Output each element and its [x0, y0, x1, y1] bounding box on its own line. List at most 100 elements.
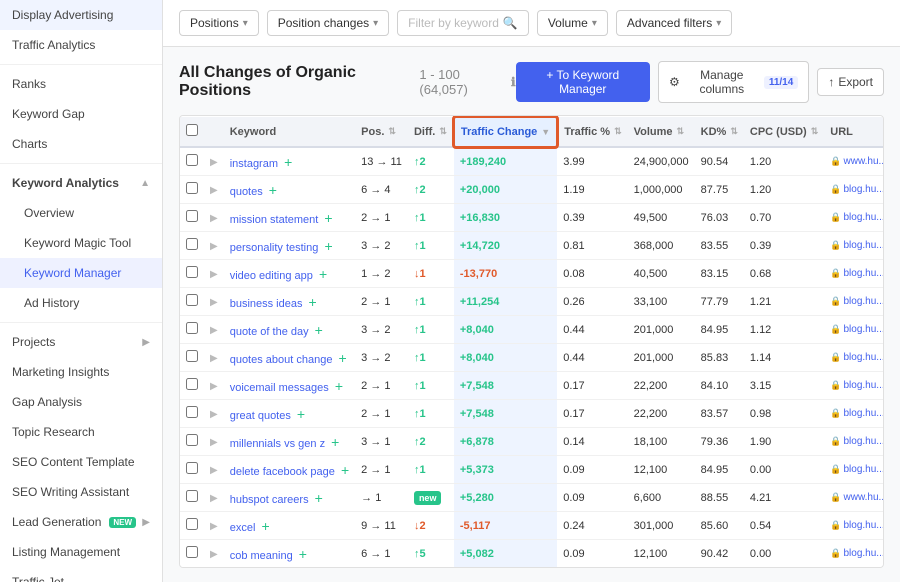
volume-filter[interactable]: Volume ▾: [537, 10, 608, 36]
add-keyword-icon[interactable]: +: [324, 210, 332, 226]
row-checkbox[interactable]: [186, 406, 198, 418]
keyword-search[interactable]: Filter by keyword 🔍: [397, 10, 529, 36]
row-checkbox[interactable]: [186, 322, 198, 334]
row-checkbox[interactable]: [186, 294, 198, 306]
keyword-link[interactable]: millennials vs gen z: [230, 438, 325, 450]
keyword-link[interactable]: cob meaning: [230, 550, 293, 562]
add-keyword-icon[interactable]: +: [331, 434, 339, 450]
url-link[interactable]: www.hu...ting: [844, 156, 885, 167]
url-link[interactable]: blog.hu...ang: [844, 352, 885, 363]
row-expand-cell[interactable]: ▶: [204, 288, 224, 316]
keyword-link[interactable]: video editing app: [230, 270, 313, 282]
sidebar-item-keyword-manager[interactable]: Keyword Manager: [0, 258, 162, 288]
url-link[interactable]: blog.hu...app: [844, 268, 885, 279]
sidebar-item-keyword-magic-tool[interactable]: Keyword Magic Tool: [0, 228, 162, 258]
select-all-checkbox[interactable]: [186, 124, 198, 136]
sidebar-item-listing-management[interactable]: Listing Management: [0, 537, 162, 567]
sidebar-keyword-analytics-header[interactable]: Keyword Analytics ▲: [0, 168, 162, 198]
advanced-filters[interactable]: Advanced filters ▾: [616, 10, 732, 36]
th-cpc[interactable]: CPC (USD)⇅: [744, 117, 824, 147]
row-checkbox[interactable]: [186, 238, 198, 250]
url-link[interactable]: blog.hu...ote: [844, 184, 885, 195]
sidebar-item-keyword-gap[interactable]: Keyword Gap: [0, 99, 162, 129]
row-expand-cell[interactable]: ▶: [204, 400, 224, 428]
sidebar-item-ranks[interactable]: Ranks: [0, 69, 162, 99]
th-keyword[interactable]: Keyword: [224, 117, 355, 147]
row-checkbox[interactable]: [186, 546, 198, 558]
th-volume[interactable]: Volume⇅: [628, 117, 695, 147]
th-traffic-change[interactable]: Traffic Change ▼: [454, 117, 557, 147]
sidebar-item-charts[interactable]: Charts: [0, 129, 162, 159]
th-pos[interactable]: Pos.⇅: [355, 117, 408, 147]
url-link[interactable]: blog.hu...list: [844, 324, 885, 335]
url-link[interactable]: blog.hu...-eo: [844, 548, 885, 559]
sidebar-item-traffic-jet[interactable]: Traffic Jet: [0, 567, 162, 582]
url-link[interactable]: blog.hu...dea: [844, 296, 885, 307]
add-keyword-icon[interactable]: +: [315, 490, 323, 506]
sidebar-item-lead-generation[interactable]: Lead Generation NEW ▶: [0, 507, 162, 537]
positions-filter[interactable]: Positions ▾: [179, 10, 259, 36]
row-expand-cell[interactable]: ▶: [204, 568, 224, 569]
keyword-link[interactable]: hubspot careers: [230, 494, 309, 506]
keyword-link[interactable]: quotes: [230, 186, 263, 198]
sidebar-item-seo-writing-assistant[interactable]: SEO Writing Assistant: [0, 477, 162, 507]
add-keyword-icon[interactable]: +: [297, 406, 305, 422]
add-keyword-icon[interactable]: +: [339, 350, 347, 366]
sidebar-item-gap-analysis[interactable]: Gap Analysis: [0, 387, 162, 417]
keyword-link[interactable]: excel: [230, 522, 256, 534]
row-expand-cell[interactable]: ▶: [204, 232, 224, 260]
add-keyword-icon[interactable]: +: [335, 378, 343, 394]
url-link[interactable]: blog.hu...ent: [844, 212, 885, 223]
keyword-link[interactable]: instagram: [230, 158, 278, 170]
row-checkbox[interactable]: [186, 518, 198, 530]
row-checkbox[interactable]: [186, 490, 198, 502]
sidebar-item-display-advertising[interactable]: Display Advertising: [0, 0, 162, 30]
sidebar-item-traffic-analytics[interactable]: Traffic Analytics: [0, 30, 162, 60]
th-traffic-pct[interactable]: Traffic %⇅: [557, 117, 627, 147]
row-checkbox[interactable]: [186, 462, 198, 474]
row-expand-cell[interactable]: ▶: [204, 316, 224, 344]
row-checkbox[interactable]: [186, 350, 198, 362]
add-keyword-icon[interactable]: +: [341, 462, 349, 478]
url-link[interactable]: blog.hu...ote: [844, 408, 885, 419]
keyword-link[interactable]: personality testing: [230, 242, 319, 254]
keyword-link[interactable]: business ideas: [230, 298, 303, 310]
row-checkbox[interactable]: [186, 434, 198, 446]
keyword-link[interactable]: great quotes: [230, 410, 291, 422]
url-link[interactable]: blog.hu...ing: [844, 380, 885, 391]
add-keyword-icon[interactable]: +: [324, 238, 332, 254]
row-expand-cell[interactable]: ▶: [204, 512, 224, 540]
th-diff[interactable]: Diff.⇅: [408, 117, 454, 147]
row-expand-cell[interactable]: ▶: [204, 176, 224, 204]
keyword-link[interactable]: quotes about change: [230, 354, 333, 366]
row-expand-cell[interactable]: ▶: [204, 260, 224, 288]
export-button[interactable]: ↑ Export: [817, 68, 884, 96]
row-expand-cell[interactable]: ▶: [204, 540, 224, 568]
row-expand-cell[interactable]: ▶: [204, 428, 224, 456]
row-checkbox[interactable]: [186, 266, 198, 278]
url-link[interactable]: blog.hu...tips: [844, 520, 885, 531]
keyword-link[interactable]: mission statement: [230, 214, 319, 226]
th-select-all[interactable]: [180, 117, 204, 147]
url-link[interactable]: blog.hu...boc: [844, 464, 885, 475]
row-expand-cell[interactable]: ▶: [204, 484, 224, 512]
add-keyword-icon[interactable]: +: [269, 182, 277, 198]
url-link[interactable]: blog.hu...est: [844, 240, 885, 251]
sidebar-item-topic-research[interactable]: Topic Research: [0, 417, 162, 447]
add-keyword-icon[interactable]: +: [319, 266, 327, 282]
row-checkbox[interactable]: [186, 378, 198, 390]
keyword-link[interactable]: quote of the day: [230, 326, 309, 338]
add-keyword-icon[interactable]: +: [261, 518, 269, 534]
url-link[interactable]: www.hu.../all: [844, 492, 885, 503]
row-checkbox[interactable]: [186, 210, 198, 222]
sidebar-item-marketing-insights[interactable]: Marketing Insights: [0, 357, 162, 387]
sidebar-item-seo-content-template[interactable]: SEO Content Template: [0, 447, 162, 477]
add-keyword-icon[interactable]: +: [309, 294, 317, 310]
url-link[interactable]: blog.hu...en-: [844, 436, 885, 447]
manage-columns-button[interactable]: ⚙ Manage columns 11/14: [658, 61, 809, 103]
row-expand-cell[interactable]: ▶: [204, 372, 224, 400]
position-changes-filter[interactable]: Position changes ▾: [267, 10, 389, 36]
row-expand-cell[interactable]: ▶: [204, 147, 224, 176]
sidebar-item-overview[interactable]: Overview: [0, 198, 162, 228]
row-expand-cell[interactable]: ▶: [204, 344, 224, 372]
